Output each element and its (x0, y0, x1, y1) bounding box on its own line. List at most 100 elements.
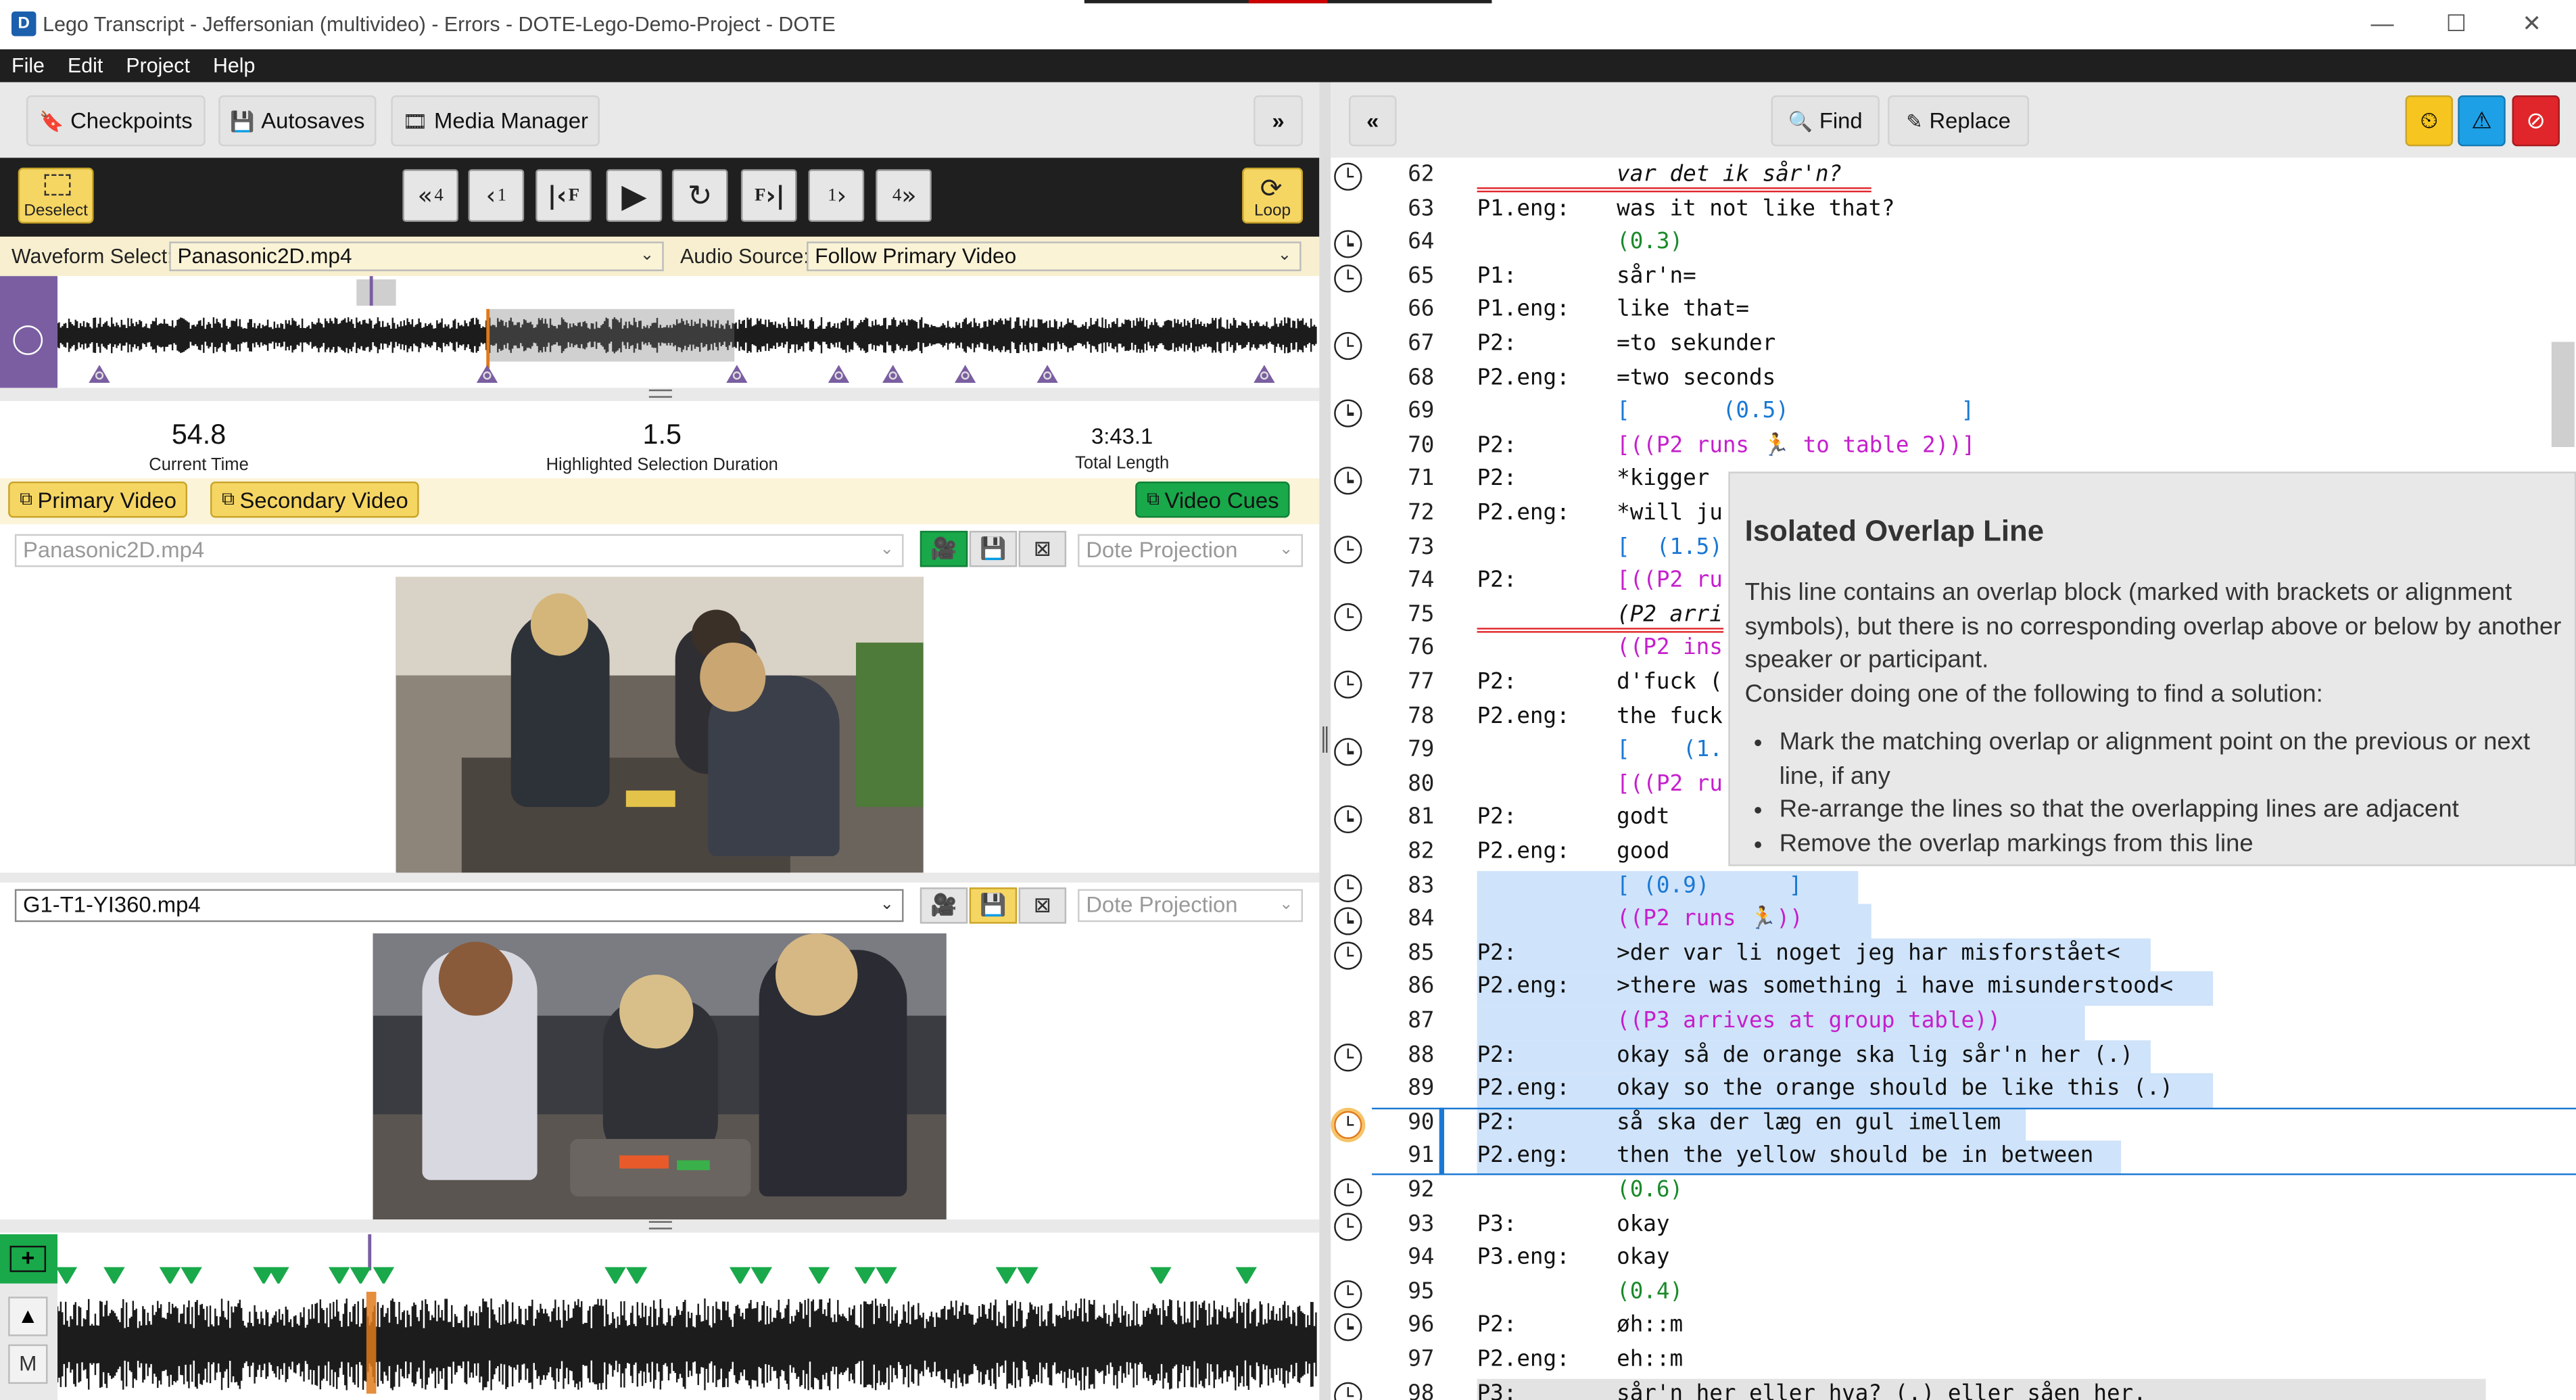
timestamp-clock-icon[interactable] (1334, 670, 1362, 699)
transcript-line[interactable]: 83 [ (0.9) ] (1372, 870, 2576, 904)
utterance-text[interactable]: okay så de orange ska lig sår'n her (.) (1617, 1040, 2133, 1073)
utterance-text[interactable]: (0.3) (1617, 227, 1683, 261)
timestamp-clock-icon[interactable] (1334, 941, 1362, 970)
timestamp-clock-icon[interactable] (1334, 1111, 1362, 1139)
transcript-line[interactable]: 97 P2.eng: eh::m (1372, 1345, 2576, 1378)
utterance-text[interactable]: *kigger (1617, 464, 1709, 498)
hide-video-button[interactable]: ⊠ (1018, 530, 1067, 567)
transcript-line[interactable]: 85 P2: >der var li noget jeg har misforstå… (1372, 938, 2576, 973)
deselect-button[interactable]: Deselect (18, 167, 94, 224)
sync-video-button[interactable]: 🎥 (920, 530, 968, 567)
utterance-text[interactable]: d'fuck ( (1617, 668, 1723, 701)
utterance-text[interactable]: >der var li noget jeg har misforstået< (1617, 938, 2120, 972)
pane-divider[interactable] (1319, 82, 1331, 1400)
loop-button[interactable]: ⟳ Loop (1242, 167, 1303, 224)
utterance-text[interactable]: ((P3 arrives at group table)) (1617, 1006, 2001, 1040)
menu-project[interactable]: Project (114, 49, 201, 80)
utterance-text[interactable]: >there was something i have misunderstoo… (1617, 972, 2173, 1006)
splitter-3[interactable] (0, 1219, 1320, 1233)
video-cue-track[interactable] (57, 1234, 1318, 1284)
utterance-text[interactable]: [((P2 runs 🏃 to table 2))] (1617, 430, 1975, 464)
transcript-line[interactable]: 62 var det ik sår'n? (1372, 160, 2576, 193)
timestamp-clock-icon[interactable] (1334, 264, 1362, 293)
errors-button[interactable]: ⊘ (2512, 95, 2560, 147)
primary-video-frame[interactable] (396, 576, 924, 873)
timestamp-clock-icon[interactable] (1334, 1280, 1362, 1308)
transcript-line[interactable]: 87 ((P3 arrives at group table)) (1372, 1006, 2576, 1040)
utterance-text[interactable]: (0.4) (1617, 1277, 1683, 1311)
minimize-icon[interactable]: — (2366, 10, 2399, 37)
utterance-text[interactable]: eh::m (1617, 1345, 1683, 1378)
timestamp-clock-icon[interactable] (1334, 603, 1362, 631)
utterance-text[interactable]: [ (0.5) ] (1617, 396, 1974, 430)
play-button[interactable]: ▶ (606, 169, 663, 223)
transcript-line[interactable]: 96 P2: øh::m (1372, 1311, 2576, 1345)
transcript-line[interactable]: 92 (0.6) (1372, 1175, 2576, 1209)
save-video-button-2[interactable]: 💾 (969, 887, 1018, 924)
maximize-icon[interactable]: ☐ (2440, 10, 2473, 38)
forward-4s-button[interactable]: 4» (876, 169, 932, 223)
timestamp-clock-icon[interactable] (1334, 1178, 1362, 1207)
utterance-text[interactable]: ((P2 ins (1617, 633, 1723, 667)
audio-source-select[interactable]: Follow Primary Video ⌄ (807, 241, 1302, 271)
utterance-text[interactable]: =two seconds (1617, 363, 1775, 396)
frame-forward-button[interactable]: F ›| (740, 169, 797, 223)
primary-video-tab[interactable]: ⧉ Primary Video (8, 481, 189, 518)
transcript-line[interactable]: 63 P1.eng: was it not like that? (1372, 193, 2576, 227)
menu-help[interactable]: Help (201, 49, 267, 80)
hide-video-button-2[interactable]: ⊠ (1018, 887, 1067, 924)
utterance-text[interactable]: okay (1617, 1243, 1669, 1277)
utterance-text[interactable]: okay so the orange should be like this (… (1617, 1073, 2173, 1107)
top-waveform[interactable] (57, 276, 1318, 388)
sync-video-button-2[interactable]: 🎥 (920, 887, 968, 924)
utterance-text[interactable]: (0.6) (1617, 1175, 1683, 1209)
frame-back-button[interactable]: |‹ F (535, 169, 592, 223)
primary-video-file-select[interactable]: Panasonic2D.mp4 ⌄ (14, 534, 904, 567)
utterance-text[interactable]: øh::m (1617, 1311, 1683, 1345)
utterance-text[interactable]: good (1617, 837, 1669, 870)
timestamp-clock-icon[interactable] (1334, 1212, 1362, 1240)
back-4s-button[interactable]: «4 (402, 169, 458, 223)
transcript-line[interactable]: 95 (0.4) (1372, 1277, 2576, 1311)
utterance-text[interactable]: sår'n her eller hva? (.) eller såen her. (1617, 1378, 2147, 1400)
secondary-video-tab[interactable]: ⧉ Secondary Video (210, 481, 420, 518)
utterance-text[interactable]: *will ju (1617, 498, 1723, 532)
save-video-button[interactable]: 💾 (969, 530, 1018, 567)
transcript-line[interactable]: 84 ((P2 runs 🏃)) (1372, 904, 2576, 938)
menu-file[interactable]: File (0, 49, 56, 80)
mute-button[interactable]: M (8, 1344, 48, 1384)
utterance-text[interactable]: okay (1617, 1209, 1669, 1242)
replay-button[interactable]: ↻ (671, 169, 728, 223)
transcript-line[interactable]: 86 P2.eng: >there was something i have mis… (1372, 972, 2576, 1006)
add-video-cue-button[interactable]: + (0, 1234, 58, 1284)
autosaves-button[interactable]: 💾 Autosaves (218, 95, 377, 147)
splitter-2[interactable] (0, 872, 1320, 883)
utterance-text[interactable]: like that= (1617, 295, 1749, 329)
utterance-text[interactable]: [((P2 ru (1617, 769, 1723, 803)
transcript-line[interactable]: 93 P3: okay (1372, 1209, 2576, 1242)
collapse-left-button[interactable]: » (1254, 95, 1303, 147)
close-icon[interactable]: ✕ (2515, 10, 2548, 38)
utterance-text[interactable]: =to sekunder (1617, 329, 1775, 363)
find-button[interactable]: 🔍 Find (1771, 95, 1880, 147)
secondary-projection-select[interactable]: Dote Projection ⌄ (1078, 889, 1303, 923)
transcript-line[interactable]: 69 [ (0.5) ] (1372, 396, 2576, 430)
back-1s-button[interactable]: ‹ 1 (468, 169, 525, 223)
video-cues-button[interactable]: ⧉ Video Cues (1135, 481, 1291, 518)
forward-1s-button[interactable]: 1 › (808, 169, 865, 223)
timestamp-clock-icon[interactable] (1334, 331, 1362, 360)
collapse-right-button[interactable]: « (1349, 95, 1397, 147)
utterance-text[interactable]: was it not like that? (1617, 193, 1894, 227)
splitter-1[interactable] (0, 388, 1320, 401)
waveform-select[interactable]: Panasonic2D.mp4 ⌄ (169, 241, 664, 271)
warnings-button[interactable]: ⚠ (2458, 95, 2506, 147)
utterance-text[interactable]: [ (1.5) (1617, 532, 1723, 565)
timestamp-clock-icon[interactable] (1334, 1043, 1362, 1071)
secondary-video-file-select[interactable]: G1-T1-YI360.mp4 ⌄ (14, 889, 904, 923)
utterance-text[interactable]: [ (1. (1617, 735, 1723, 769)
waveform-sync-button[interactable] (0, 276, 58, 388)
menu-edit[interactable]: Edit (56, 49, 114, 80)
primary-projection-select[interactable]: Dote Projection ⌄ (1078, 534, 1303, 567)
transcript-line[interactable]: 64 (0.3) (1372, 227, 2576, 261)
timestamp-clock-icon[interactable] (1334, 535, 1362, 563)
